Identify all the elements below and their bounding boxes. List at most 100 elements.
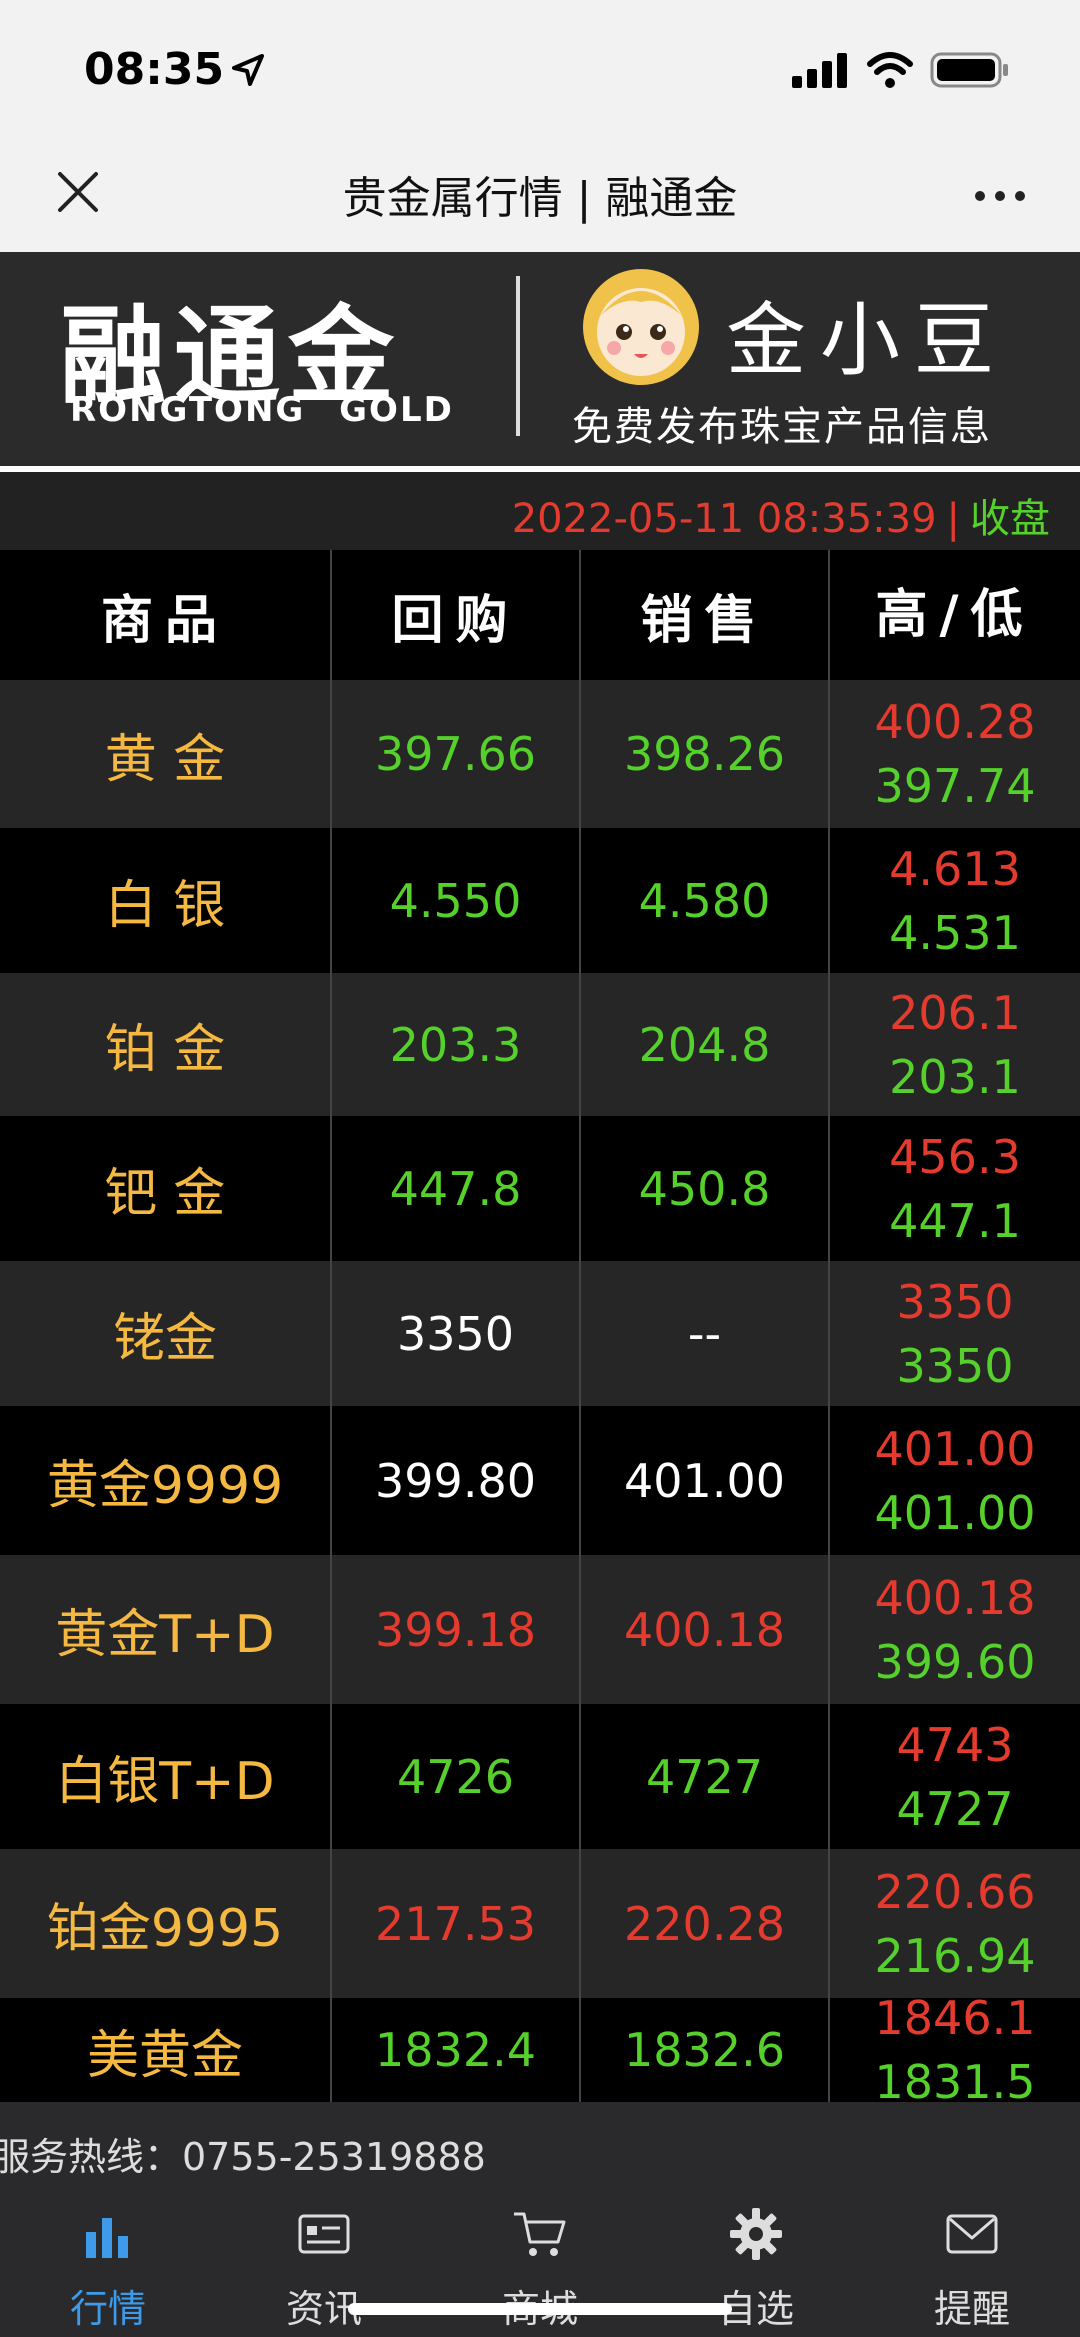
header-buyback: 回购 <box>332 550 581 680</box>
sell-price: 398.26 <box>581 680 830 828</box>
cellular-signal-icon <box>792 53 847 88</box>
price-table: 商品 回购 销售 高/低 黄 金 397.66 398.26 400.28 397.74… <box>0 550 1080 2102</box>
table-row[interactable]: 铑金 3350 -- 3350 3350 <box>0 1261 1080 1406</box>
tab-alerts[interactable]: 提醒 <box>864 2198 1080 2337</box>
banner-slogan: 免费发布珠宝产品信息 <box>572 404 992 450</box>
quote-datetime: 2022-05-11 08:35:39 <box>511 496 937 542</box>
product-name: 铂 金 <box>0 973 332 1116</box>
table-row[interactable]: 铂金9995 217.53 220.28 220.66 216.94 <box>0 1849 1080 1998</box>
buyback-price: 397.66 <box>332 680 581 828</box>
home-indicator <box>348 2303 732 2315</box>
sell-price: 400.18 <box>581 1555 830 1704</box>
header-high-low: 高/低 <box>875 585 1035 645</box>
buyback-price: 399.80 <box>332 1406 581 1555</box>
high-low-cell: 456.3 447.1 <box>830 1116 1080 1261</box>
news-icon <box>298 2214 350 2254</box>
tab-market[interactable]: 行情 <box>0 2198 216 2337</box>
buyback-price: 1832.4 <box>332 1998 581 2102</box>
hotline-text: 服务热线：0755-25319888 <box>0 2135 486 2179</box>
high-price: 401.00 <box>874 1421 1036 1476</box>
nav-bar: 贵金属行情 | 融通金 <box>0 140 1080 252</box>
low-price: 397.74 <box>874 759 1036 813</box>
chart-icon <box>86 2218 128 2258</box>
sell-price: 204.8 <box>581 973 830 1116</box>
table-row[interactable]: 白银T+D 4726 4727 4743 4727 <box>0 1704 1080 1849</box>
sell-price: 1832.6 <box>581 1998 830 2102</box>
brand-banner[interactable]: 融通金 RONGTONG GOLD 金小豆 免费发布珠宝产品信息 <box>0 252 1080 466</box>
high-low-cell: 4743 4727 <box>830 1704 1080 1849</box>
low-price: 1831.5 <box>874 2055 1036 2102</box>
product-name: 白 银 <box>0 828 332 973</box>
table-row[interactable]: 黄金T+D 399.18 400.18 400.18 399.60 <box>0 1555 1080 1704</box>
high-price: 206.1 <box>889 985 1021 1040</box>
tab-mall[interactable]: 商城 <box>432 2198 648 2337</box>
market-status: 收盘 <box>970 496 1050 542</box>
high-price: 4.613 <box>889 841 1021 896</box>
page-title: 贵金属行情 | 融通金 <box>342 173 738 224</box>
product-name: 黄 金 <box>0 680 332 828</box>
low-price: 3350 <box>896 1338 1014 1393</box>
high-price: 1846.1 <box>874 1998 1036 2045</box>
low-price: 4727 <box>896 1781 1014 1836</box>
table-row[interactable]: 铂 金 203.3 204.8 206.1 203.1 <box>0 973 1080 1116</box>
high-low-cell: 1846.1 1831.5 <box>830 1998 1080 2102</box>
sell-price: 4.580 <box>581 828 830 973</box>
sell-price: -- <box>581 1261 830 1406</box>
high-price: 220.66 <box>874 1864 1036 1919</box>
banner-divider <box>516 276 520 436</box>
high-price: 4743 <box>896 1717 1014 1772</box>
datetime-separator: | <box>946 496 960 542</box>
buyback-price: 217.53 <box>332 1849 581 1998</box>
gear-icon <box>730 2208 782 2260</box>
low-price: 401.00 <box>874 1485 1036 1540</box>
location-arrow-icon <box>232 54 264 86</box>
cart-icon <box>514 2212 566 2256</box>
high-price: 3350 <box>896 1274 1014 1329</box>
brand-logo-en: RONGTONG GOLD <box>70 390 454 430</box>
high-low-cell: 400.18 399.60 <box>830 1555 1080 1704</box>
high-price: 456.3 <box>889 1129 1021 1184</box>
sell-price: 401.00 <box>581 1406 830 1555</box>
product-name: 黄金T+D <box>0 1555 332 1704</box>
buyback-price: 4.550 <box>332 828 581 973</box>
high-low-cell: 3350 3350 <box>830 1261 1080 1406</box>
mascot-avatar-icon <box>583 269 699 385</box>
product-name: 美黄金 <box>0 1998 332 2102</box>
table-row[interactable]: 黄金9999 399.80 401.00 401.00 401.00 <box>0 1406 1080 1555</box>
sell-price: 4727 <box>581 1704 830 1849</box>
sell-price: 220.28 <box>581 1849 830 1998</box>
service-hotline[interactable]: 服务热线：0755-25319888 <box>0 2102 1080 2198</box>
buyback-price: 399.18 <box>332 1555 581 1704</box>
high-low-cell: 401.00 401.00 <box>830 1406 1080 1555</box>
battery-icon <box>930 52 1008 88</box>
header-sell: 销售 <box>581 550 830 680</box>
low-price: 399.60 <box>874 1634 1036 1689</box>
tab-watchlist[interactable]: 自选 <box>648 2198 864 2337</box>
wifi-icon <box>867 52 913 88</box>
mail-icon <box>946 2214 998 2254</box>
table-row[interactable]: 美黄金 1832.4 1832.6 1846.1 1831.5 <box>0 1998 1080 2102</box>
high-price: 400.28 <box>874 695 1036 749</box>
low-price: 216.94 <box>874 1928 1036 1983</box>
low-price: 4.531 <box>889 905 1021 960</box>
table-row[interactable]: 钯 金 447.8 450.8 456.3 447.1 <box>0 1116 1080 1261</box>
status-bar: 08:35 <box>0 0 1080 140</box>
product-name: 铂金9995 <box>0 1849 332 1998</box>
sell-price: 450.8 <box>581 1116 830 1261</box>
high-low-cell: 400.28 397.74 <box>830 680 1080 828</box>
low-price: 447.1 <box>889 1193 1021 1248</box>
more-options-icon[interactable] <box>972 188 1028 204</box>
status-time: 08:35 <box>84 44 225 95</box>
buyback-price: 447.8 <box>332 1116 581 1261</box>
high-low-cell: 206.1 203.1 <box>830 973 1080 1116</box>
buyback-price: 203.3 <box>332 973 581 1116</box>
table-row[interactable]: 白 银 4.550 4.580 4.613 4.531 <box>0 828 1080 973</box>
low-price: 203.1 <box>889 1049 1021 1104</box>
tab-news[interactable]: 资讯 <box>216 2198 432 2337</box>
mascot-name: 金小豆 <box>726 294 1008 387</box>
table-row[interactable]: 黄 金 397.66 398.26 400.28 397.74 <box>0 680 1080 828</box>
product-name: 钯 金 <box>0 1116 332 1261</box>
product-name: 铑金 <box>0 1261 332 1406</box>
high-price: 400.18 <box>874 1570 1036 1625</box>
product-name: 黄金9999 <box>0 1406 332 1555</box>
